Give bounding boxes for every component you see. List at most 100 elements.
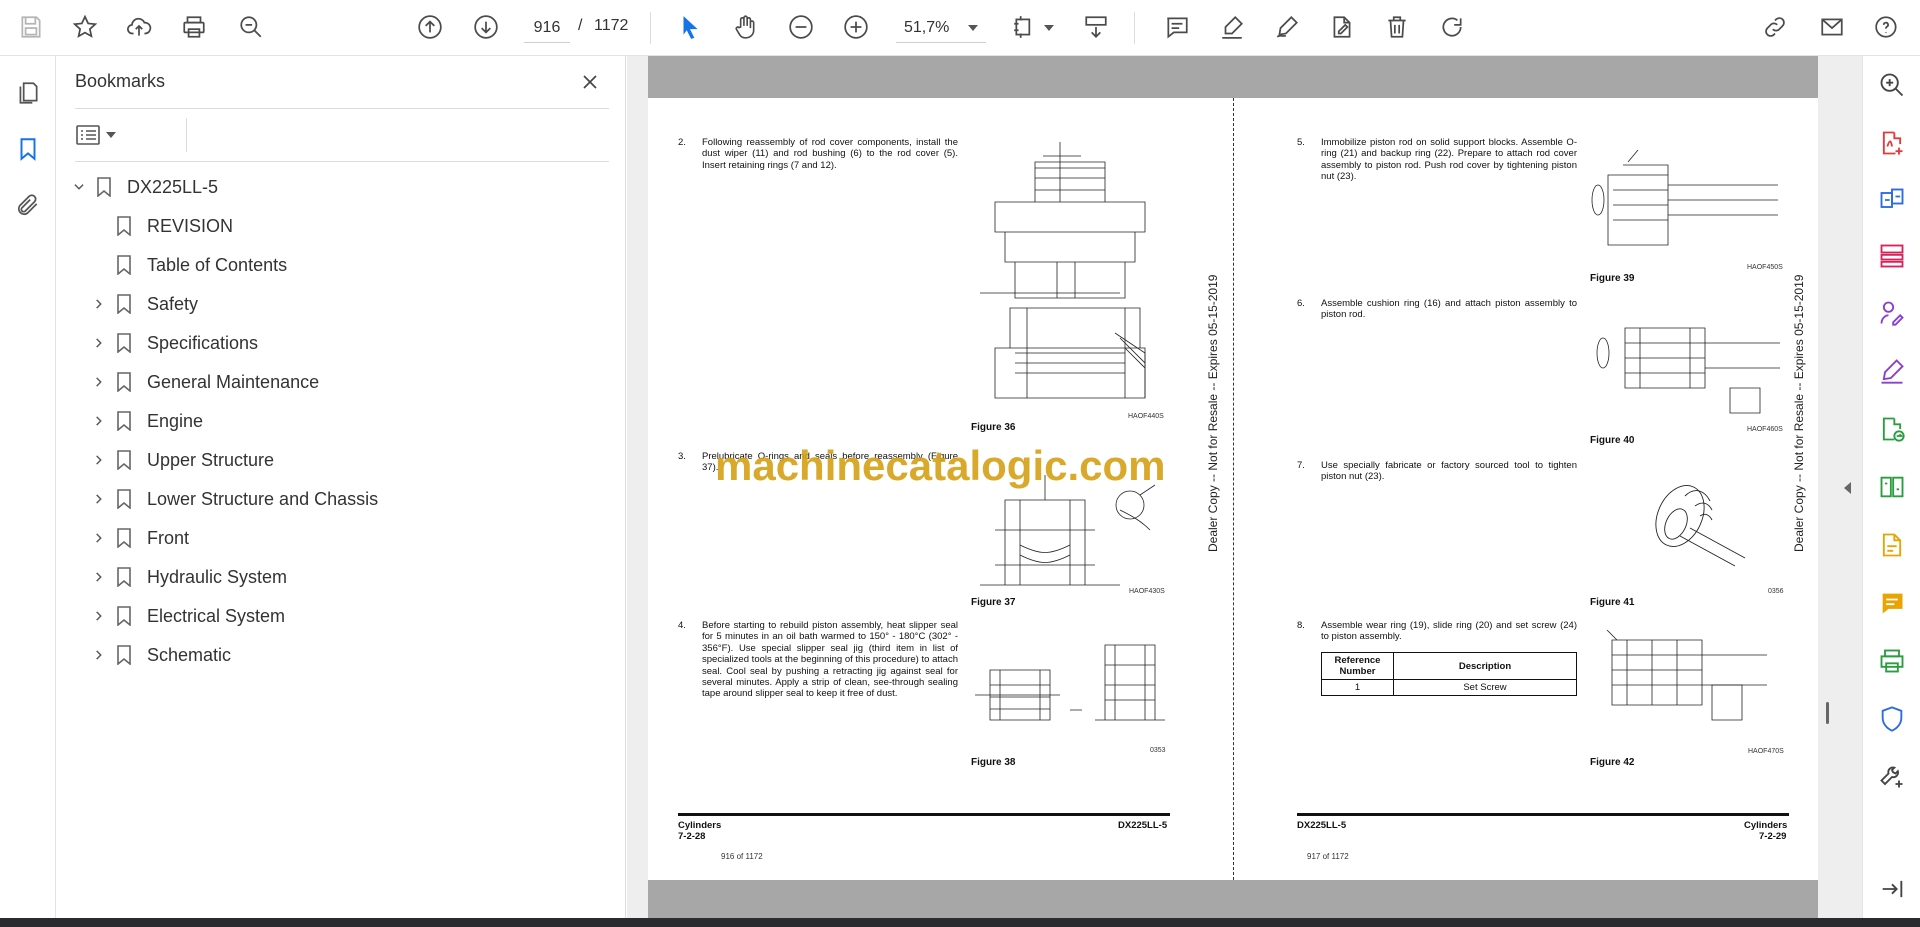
bookmarks-panel: Bookmarks DX225LL-5 REVISION Table of Con…	[56, 56, 626, 918]
step-text: Immobilize piston rod on solid support b…	[1321, 137, 1577, 183]
export-pdf-icon[interactable]	[1875, 412, 1909, 446]
figure-caption: Figure 36	[971, 422, 1016, 433]
compare-files-icon[interactable]	[1875, 470, 1909, 504]
chevron-right-icon[interactable]	[89, 372, 109, 392]
footer-rule	[678, 813, 1170, 816]
step-text: Following reassembly of rod cover compon…	[702, 137, 958, 171]
figure-42-image	[1592, 625, 1772, 725]
bookmark-icon	[95, 176, 113, 198]
bookmark-icon	[115, 410, 133, 432]
more-tools-icon[interactable]	[1875, 760, 1909, 794]
chevron-down-icon[interactable]	[69, 177, 89, 197]
chevron-right-icon[interactable]	[89, 528, 109, 548]
edit-document-icon[interactable]	[1325, 10, 1359, 44]
bookmark-root[interactable]: DX225LL-5	[69, 171, 218, 203]
bookmark-icon	[115, 566, 133, 588]
bookmark-item[interactable]: Front	[89, 522, 189, 554]
step-text: Assemble wear ring (19), slide ring (20)…	[1321, 620, 1577, 643]
chevron-right-icon[interactable]	[89, 606, 109, 626]
chevron-right-icon[interactable]	[89, 489, 109, 509]
step-text: Use specially fabricate or factory sourc…	[1321, 460, 1577, 483]
edit-pdf-icon[interactable]	[1875, 528, 1909, 562]
create-pdf-icon[interactable]	[1875, 126, 1909, 160]
chevron-down-icon[interactable]	[1044, 25, 1054, 31]
bookmark-star-icon[interactable]	[68, 10, 102, 44]
bookmark-label: Upper Structure	[147, 449, 275, 470]
chevron-right-icon[interactable]	[89, 333, 109, 353]
select-cursor-icon[interactable]	[673, 10, 707, 44]
chevron-right-icon[interactable]	[89, 411, 109, 431]
step-text: Assemble cushion ring (16) and attach pi…	[1321, 298, 1577, 321]
protect-shield-icon[interactable]	[1875, 702, 1909, 736]
zoom-level-dropdown[interactable]: 51,7%	[896, 13, 986, 43]
bookmark-item[interactable]: Specifications	[89, 327, 258, 359]
bookmark-item[interactable]: Upper Structure	[89, 444, 274, 476]
hand-tool-icon[interactable]	[728, 10, 762, 44]
figure-code: HAOF440S	[1128, 413, 1164, 420]
chevron-right-icon[interactable]	[89, 645, 109, 665]
right-tools-rail	[1862, 56, 1920, 918]
bookmark-item[interactable]: REVISION	[89, 210, 233, 242]
request-signature-icon[interactable]	[1875, 296, 1909, 330]
chevron-right-icon[interactable]	[89, 567, 109, 587]
bookmark-item[interactable]: Lower Structure and Chassis	[89, 483, 378, 515]
vertical-scrollbar-thumb[interactable]	[1826, 702, 1829, 724]
print-production-icon[interactable]	[1875, 644, 1909, 678]
bookmark-item[interactable]: Safety	[89, 288, 198, 320]
bookmark-item[interactable]: Engine	[89, 405, 203, 437]
print-icon[interactable]	[177, 10, 211, 44]
share-link-icon[interactable]	[1758, 10, 1792, 44]
previous-page-icon[interactable]	[413, 10, 447, 44]
toolbar-divider	[1134, 12, 1135, 44]
step-number: 3.	[678, 451, 686, 462]
redo-icon[interactable]	[1435, 10, 1469, 44]
next-page-icon[interactable]	[469, 10, 503, 44]
zoom-search-icon[interactable]	[234, 10, 268, 44]
figure-caption: Figure 37	[971, 597, 1016, 608]
bookmark-item[interactable]: Schematic	[89, 639, 231, 671]
bookmark-item[interactable]: General Maintenance	[89, 366, 319, 398]
help-user-icon[interactable]	[1870, 10, 1904, 44]
bookmark-item[interactable]: Table of Contents	[89, 249, 287, 281]
chevron-down-icon	[968, 24, 978, 31]
figure-caption: Figure 39	[1590, 273, 1635, 284]
page-fit-icon[interactable]	[1008, 10, 1042, 44]
figure-code: 0356	[1768, 588, 1784, 595]
toolbar-divider	[650, 12, 651, 44]
comment-icon[interactable]	[1160, 10, 1194, 44]
save-icon[interactable]	[14, 10, 48, 44]
bookmark-icon	[115, 644, 133, 666]
bookmark-options-button[interactable]	[76, 120, 124, 150]
bookmark-icon	[115, 488, 133, 510]
combine-files-icon[interactable]	[1875, 183, 1909, 217]
table-cell: Set Screw	[1393, 679, 1577, 696]
page-total: 1172	[594, 17, 629, 34]
collapse-tools-icon[interactable]	[1875, 872, 1909, 906]
cloud-upload-icon[interactable]	[122, 10, 156, 44]
bookmark-label: DX225LL-5	[127, 176, 219, 197]
comment-tool-icon[interactable]	[1875, 586, 1909, 620]
zoom-in-icon[interactable]	[839, 10, 873, 44]
attachments-paperclip-icon[interactable]	[11, 188, 45, 222]
bookmark-item[interactable]: Electrical System	[89, 600, 285, 632]
page-number-input[interactable]	[524, 13, 570, 43]
organize-pages-icon[interactable]	[1875, 239, 1909, 273]
chevron-right-icon[interactable]	[89, 294, 109, 314]
highlight-pen-icon[interactable]	[1215, 10, 1249, 44]
freehand-draw-icon[interactable]	[1270, 10, 1304, 44]
fill-sign-icon[interactable]	[1875, 354, 1909, 388]
email-icon[interactable]	[1815, 10, 1849, 44]
zoom-out-icon[interactable]	[784, 10, 818, 44]
close-icon[interactable]	[576, 68, 604, 96]
bookmark-icon	[115, 215, 133, 237]
expand-right-panel-icon[interactable]	[1840, 478, 1854, 498]
chevron-right-icon[interactable]	[89, 450, 109, 470]
bookmark-item[interactable]: Hydraulic System	[89, 561, 287, 593]
figure-code: HAOF460S	[1747, 426, 1783, 433]
trash-icon[interactable]	[1380, 10, 1414, 44]
footer-model: DX225LL-5	[1297, 820, 1347, 831]
page-thumbnails-icon[interactable]	[11, 76, 45, 110]
zoom-search-icon[interactable]	[1875, 68, 1909, 102]
bookmarks-icon[interactable]	[11, 132, 45, 166]
scroll-mode-icon[interactable]	[1079, 10, 1113, 44]
